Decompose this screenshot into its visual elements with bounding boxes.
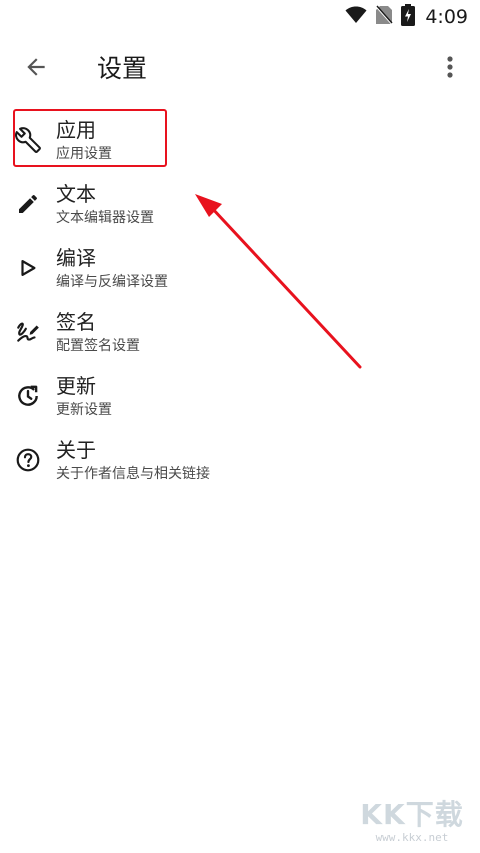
update-icon [14,382,42,410]
settings-item-title: 签名 [56,310,96,334]
settings-item-title: 文本 [56,182,96,206]
settings-item-title: 应用 [56,118,96,142]
settings-item-app[interactable]: 应用 应用设置 [0,108,480,172]
battery-charging-icon [401,4,416,30]
help-circle-icon [14,446,42,474]
settings-list: 应用 应用设置 文本 文本编辑器设置 编译 编译与反编译设置 签名 配置签名设置… [0,108,480,492]
settings-item-title: 更新 [56,374,96,398]
settings-item-about[interactable]: 关于 关于作者信息与相关链接 [0,428,480,492]
settings-item-compile[interactable]: 编译 编译与反编译设置 [0,236,480,300]
settings-item-signature[interactable]: 签名 配置签名设置 [0,300,480,364]
settings-item-update[interactable]: 更新 更新设置 [0,364,480,428]
app-bar: 设置 [0,34,480,104]
settings-item-subtitle: 关于作者信息与相关链接 [56,466,210,482]
no-sim-icon [375,5,394,29]
status-icons: 4:09 [345,4,468,30]
pencil-icon [14,190,42,218]
settings-item-text[interactable]: 文本 文本编辑器设置 [0,172,480,236]
watermark: KK下载 www.kkx.net [352,799,472,849]
settings-item-subtitle: 更新设置 [56,402,112,418]
watermark-logo: KK下载 [360,798,464,831]
more-options-button[interactable] [434,51,466,87]
settings-item-subtitle: 编译与反编译设置 [56,274,168,290]
settings-item-title: 编译 [56,246,96,270]
back-button[interactable] [18,51,54,87]
more-vert-icon [446,55,454,83]
page-title: 设置 [97,54,148,83]
wifi-icon [345,6,367,28]
settings-item-subtitle: 应用设置 [56,146,112,162]
status-time: 4:09 [425,6,468,28]
settings-item-subtitle: 文本编辑器设置 [56,210,154,226]
settings-item-title: 关于 [56,438,96,462]
play-outline-icon [14,254,42,282]
signature-icon [14,318,42,346]
settings-item-subtitle: 配置签名设置 [56,338,140,354]
watermark-url: www.kkx.net [375,831,449,844]
arrow-back-icon [23,54,49,84]
wrench-icon [14,126,42,154]
status-bar: 4:09 [0,0,480,34]
